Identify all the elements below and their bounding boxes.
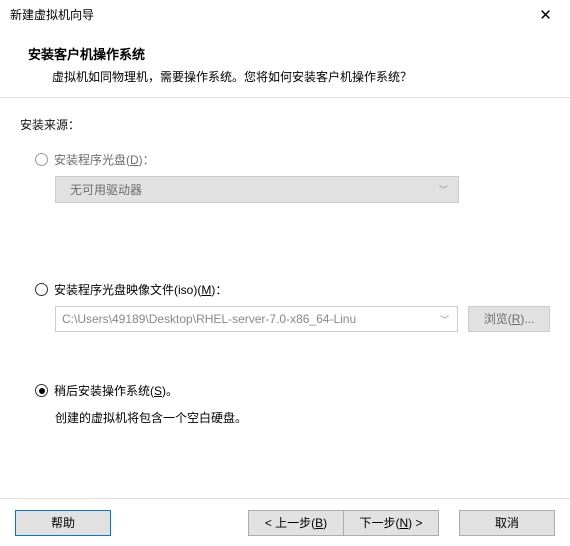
content-area: 安装来源： 安装程序光盘(D)： 无可用驱动器 ﹀ 安装程序光盘映像文件(iso…	[0, 98, 570, 426]
nav-button-group: < 上一步(B) 下一步(N) >	[248, 510, 439, 536]
radio-disc	[35, 153, 48, 166]
option-disc-group: 安装程序光盘(D)： 无可用驱动器 ﹀	[20, 151, 550, 203]
chevron-down-icon: ﹀	[439, 183, 448, 196]
iso-path-input: C:\Users\49189\Desktop\RHEL-server-7.0-x…	[55, 306, 458, 332]
option-iso-label: 安装程序光盘映像文件(iso)(M)：	[54, 281, 227, 298]
option-later-label: 稍后安装操作系统(S)。	[54, 382, 178, 399]
option-iso[interactable]: 安装程序光盘映像文件(iso)(M)：	[20, 281, 550, 298]
next-button[interactable]: 下一步(N) >	[343, 510, 439, 536]
header-title: 安装客户机操作系统	[28, 44, 542, 63]
radio-iso[interactable]	[35, 283, 48, 296]
chevron-down-icon: ﹀	[435, 313, 449, 326]
cancel-button[interactable]: 取消	[459, 510, 555, 536]
header-subtitle: 虚拟机如同物理机，需要操作系统。您将如何安装客户机操作系统？	[28, 68, 542, 85]
option-later[interactable]: 稍后安装操作系统(S)。	[20, 382, 550, 399]
radio-later[interactable]	[35, 384, 48, 397]
source-label: 安装来源：	[20, 116, 550, 133]
disc-dropdown: 无可用驱动器 ﹀	[55, 176, 459, 203]
window-title: 新建虚拟机向导	[10, 6, 94, 23]
option-disc-label: 安装程序光盘(D)：	[54, 151, 155, 168]
option-later-description: 创建的虚拟机将包含一个空白硬盘。	[55, 409, 550, 426]
back-button[interactable]: < 上一步(B)	[248, 510, 344, 536]
browse-button: 浏览(R)...	[468, 306, 550, 332]
wizard-header: 安装客户机操作系统 虚拟机如同物理机，需要操作系统。您将如何安装客户机操作系统？	[0, 30, 570, 97]
button-bar: 帮助 < 上一步(B) 下一步(N) > 取消	[0, 498, 570, 546]
disc-dropdown-text: 无可用驱动器	[70, 181, 142, 198]
titlebar: 新建虚拟机向导 ✕	[0, 0, 570, 30]
option-iso-group: 安装程序光盘映像文件(iso)(M)： C:\Users\49189\Deskt…	[20, 281, 550, 332]
option-disc: 安装程序光盘(D)：	[20, 151, 550, 168]
close-button[interactable]: ✕	[523, 1, 568, 29]
iso-path-row: C:\Users\49189\Desktop\RHEL-server-7.0-x…	[55, 306, 550, 332]
option-later-group: 稍后安装操作系统(S)。 创建的虚拟机将包含一个空白硬盘。	[20, 382, 550, 426]
help-button[interactable]: 帮助	[15, 510, 111, 536]
